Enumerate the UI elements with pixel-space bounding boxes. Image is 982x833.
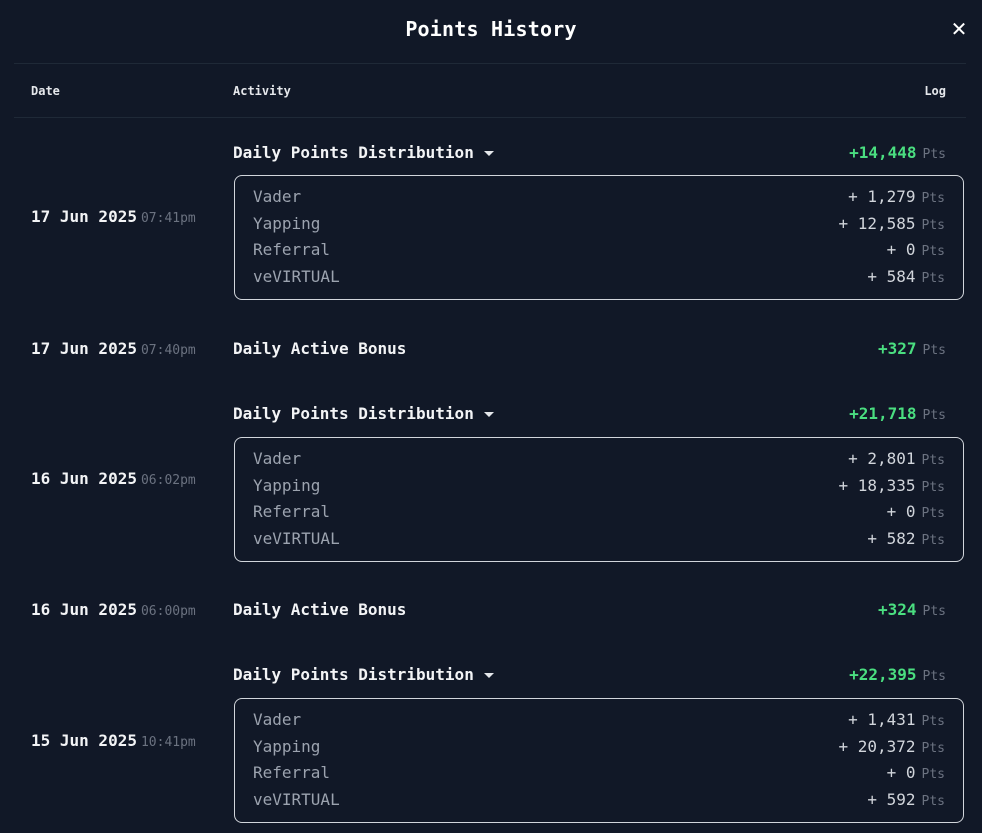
pts-unit: Pts: [922, 147, 946, 162]
entry-time: 06:00pm: [140, 604, 196, 619]
breakdown-row: veVIRTUAL + 582 Pts: [253, 528, 945, 548]
breakdown-row: veVIRTUAL + 592 Pts: [253, 789, 945, 809]
activity-label: Daily Active Bonus: [233, 600, 407, 619]
points-breakdown: Vader + 1,279 Pts Yapping + 12,585 Pts Refer…: [234, 175, 964, 300]
activity-label: Daily Points Distribution: [233, 404, 474, 423]
activity-label: Daily Active Bonus: [233, 339, 407, 358]
breakdown-row: Vader + 1,279 Pts: [253, 187, 945, 206]
modal-title: Points History: [405, 17, 577, 41]
entry-time: 07:41pm: [140, 211, 196, 226]
breakdown-row: Referral + 0 Pts: [253, 502, 945, 521]
pts-unit: Pts: [922, 343, 946, 358]
breakdown-row: Vader + 2,801 Pts: [253, 449, 945, 468]
breakdown-row: Referral + 0 Pts: [253, 240, 945, 259]
entry-total: +21,718 Pts: [849, 404, 946, 423]
breakdown-row: Yapping + 12,585 Pts: [253, 213, 945, 233]
close-icon[interactable]: ✕: [948, 17, 970, 41]
points-breakdown: Vader + 2,801 Pts Yapping + 18,335 Pts Refer…: [234, 437, 964, 562]
column-header-log: Log: [924, 84, 946, 98]
activity-dropdown[interactable]: Daily Points Distribution: [233, 404, 494, 423]
entry-total: +324 Pts: [877, 600, 946, 619]
entry-time: 07:40pm: [140, 343, 196, 358]
chevron-down-icon: [483, 673, 494, 678]
column-header-activity: Activity: [233, 84, 291, 98]
breakdown-row: veVIRTUAL + 584 Pts: [253, 266, 945, 286]
activity-dropdown[interactable]: Daily Points Distribution: [233, 143, 494, 162]
breakdown-row: Referral + 0 Pts: [253, 763, 945, 782]
entry-time: 06:02pm: [140, 473, 196, 488]
activity-label: Daily Points Distribution: [233, 143, 474, 162]
entry-date: 17 Jun 2025 07:41pm: [31, 207, 196, 226]
chevron-down-icon: [483, 412, 494, 417]
table-header-divider: [14, 117, 966, 118]
activity-label: Daily Points Distribution: [233, 665, 474, 684]
chevron-down-icon: [483, 151, 494, 156]
points-breakdown: Vader + 1,431 Pts Yapping + 20,372 Pts Refer…: [234, 698, 964, 823]
header-divider: [14, 63, 966, 64]
entry-total: +327 Pts: [877, 339, 946, 358]
breakdown-row: Vader + 1,431 Pts: [253, 710, 945, 729]
breakdown-row: Yapping + 18,335 Pts: [253, 475, 945, 495]
entry-time: 10:41pm: [140, 735, 196, 750]
modal-header: Points History ✕: [0, 0, 982, 62]
entry-date: 16 Jun 2025 06:02pm: [31, 469, 196, 488]
pts-unit: Pts: [922, 604, 946, 619]
pts-unit: Pts: [922, 669, 946, 684]
pts-unit: Pts: [922, 408, 946, 423]
entry-total: +22,395 Pts: [849, 665, 946, 684]
entry-date: 15 Jun 2025 10:41pm: [31, 731, 196, 750]
entry-total: +14,448 Pts: [849, 143, 946, 162]
activity-dropdown[interactable]: Daily Points Distribution: [233, 665, 494, 684]
entry-date: 17 Jun 2025 07:40pm: [31, 339, 196, 358]
entry-date: 16 Jun 2025 06:00pm: [31, 600, 196, 619]
breakdown-row: Yapping + 20,372 Pts: [253, 736, 945, 756]
column-header-date: Date: [31, 84, 60, 98]
